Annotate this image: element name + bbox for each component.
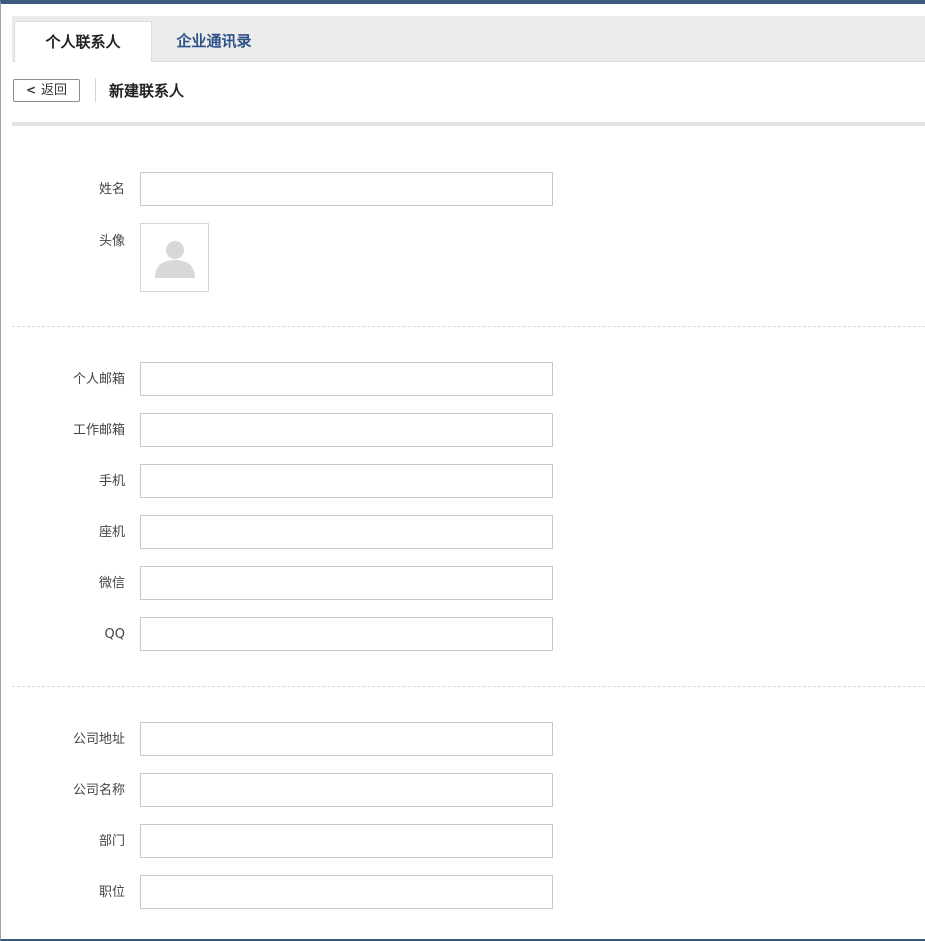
- work-email-label: 工作邮箱: [72, 423, 125, 438]
- avatar-label: 头像: [98, 234, 125, 249]
- section-divider: [12, 326, 925, 327]
- department-label: 部门: [98, 834, 125, 849]
- personal-email-label: 个人邮箱: [72, 372, 125, 387]
- position-label: 职位: [98, 885, 125, 900]
- mobile-field[interactable]: [140, 464, 553, 498]
- mobile-label: 手机: [98, 474, 125, 489]
- user-placeholder-icon: [155, 241, 195, 278]
- personal-email-field[interactable]: [140, 362, 553, 396]
- tab-enterprise-directory[interactable]: 企业通讯录: [155, 21, 273, 62]
- qq-label: QQ: [104, 627, 125, 642]
- tab-personal-contacts[interactable]: 个人联系人: [14, 21, 152, 62]
- toolbar: < 返回 新建联系人: [12, 74, 925, 108]
- header-divider: [12, 122, 925, 126]
- section-divider: [12, 686, 925, 687]
- back-button[interactable]: < 返回: [13, 79, 80, 102]
- landline-field[interactable]: [140, 515, 553, 549]
- toolbar-divider: [95, 78, 96, 102]
- page-title: 新建联系人: [109, 82, 185, 100]
- tab-bar: 个人联系人 企业通讯录: [12, 16, 925, 62]
- company-name-label: 公司名称: [72, 783, 125, 798]
- company-name-field[interactable]: [140, 773, 553, 807]
- department-field[interactable]: [140, 824, 553, 858]
- name-field[interactable]: [140, 172, 553, 206]
- avatar-upload[interactable]: [140, 223, 209, 292]
- company-address-label: 公司地址: [72, 732, 125, 747]
- company-address-field[interactable]: [140, 722, 553, 756]
- back-button-label: 返回: [41, 83, 68, 98]
- chevron-left-icon: <: [25, 83, 37, 97]
- landline-label: 座机: [98, 525, 125, 540]
- name-label: 姓名: [98, 182, 125, 197]
- wechat-field[interactable]: [140, 566, 553, 600]
- work-email-field[interactable]: [140, 413, 553, 447]
- wechat-label: 微信: [98, 576, 125, 591]
- position-field[interactable]: [140, 875, 553, 909]
- window-frame: 个人联系人 企业通讯录 < 返回 新建联系人 姓名 头像 个人邮箱 工作邮箱 手…: [0, 0, 925, 941]
- qq-field[interactable]: [140, 617, 553, 651]
